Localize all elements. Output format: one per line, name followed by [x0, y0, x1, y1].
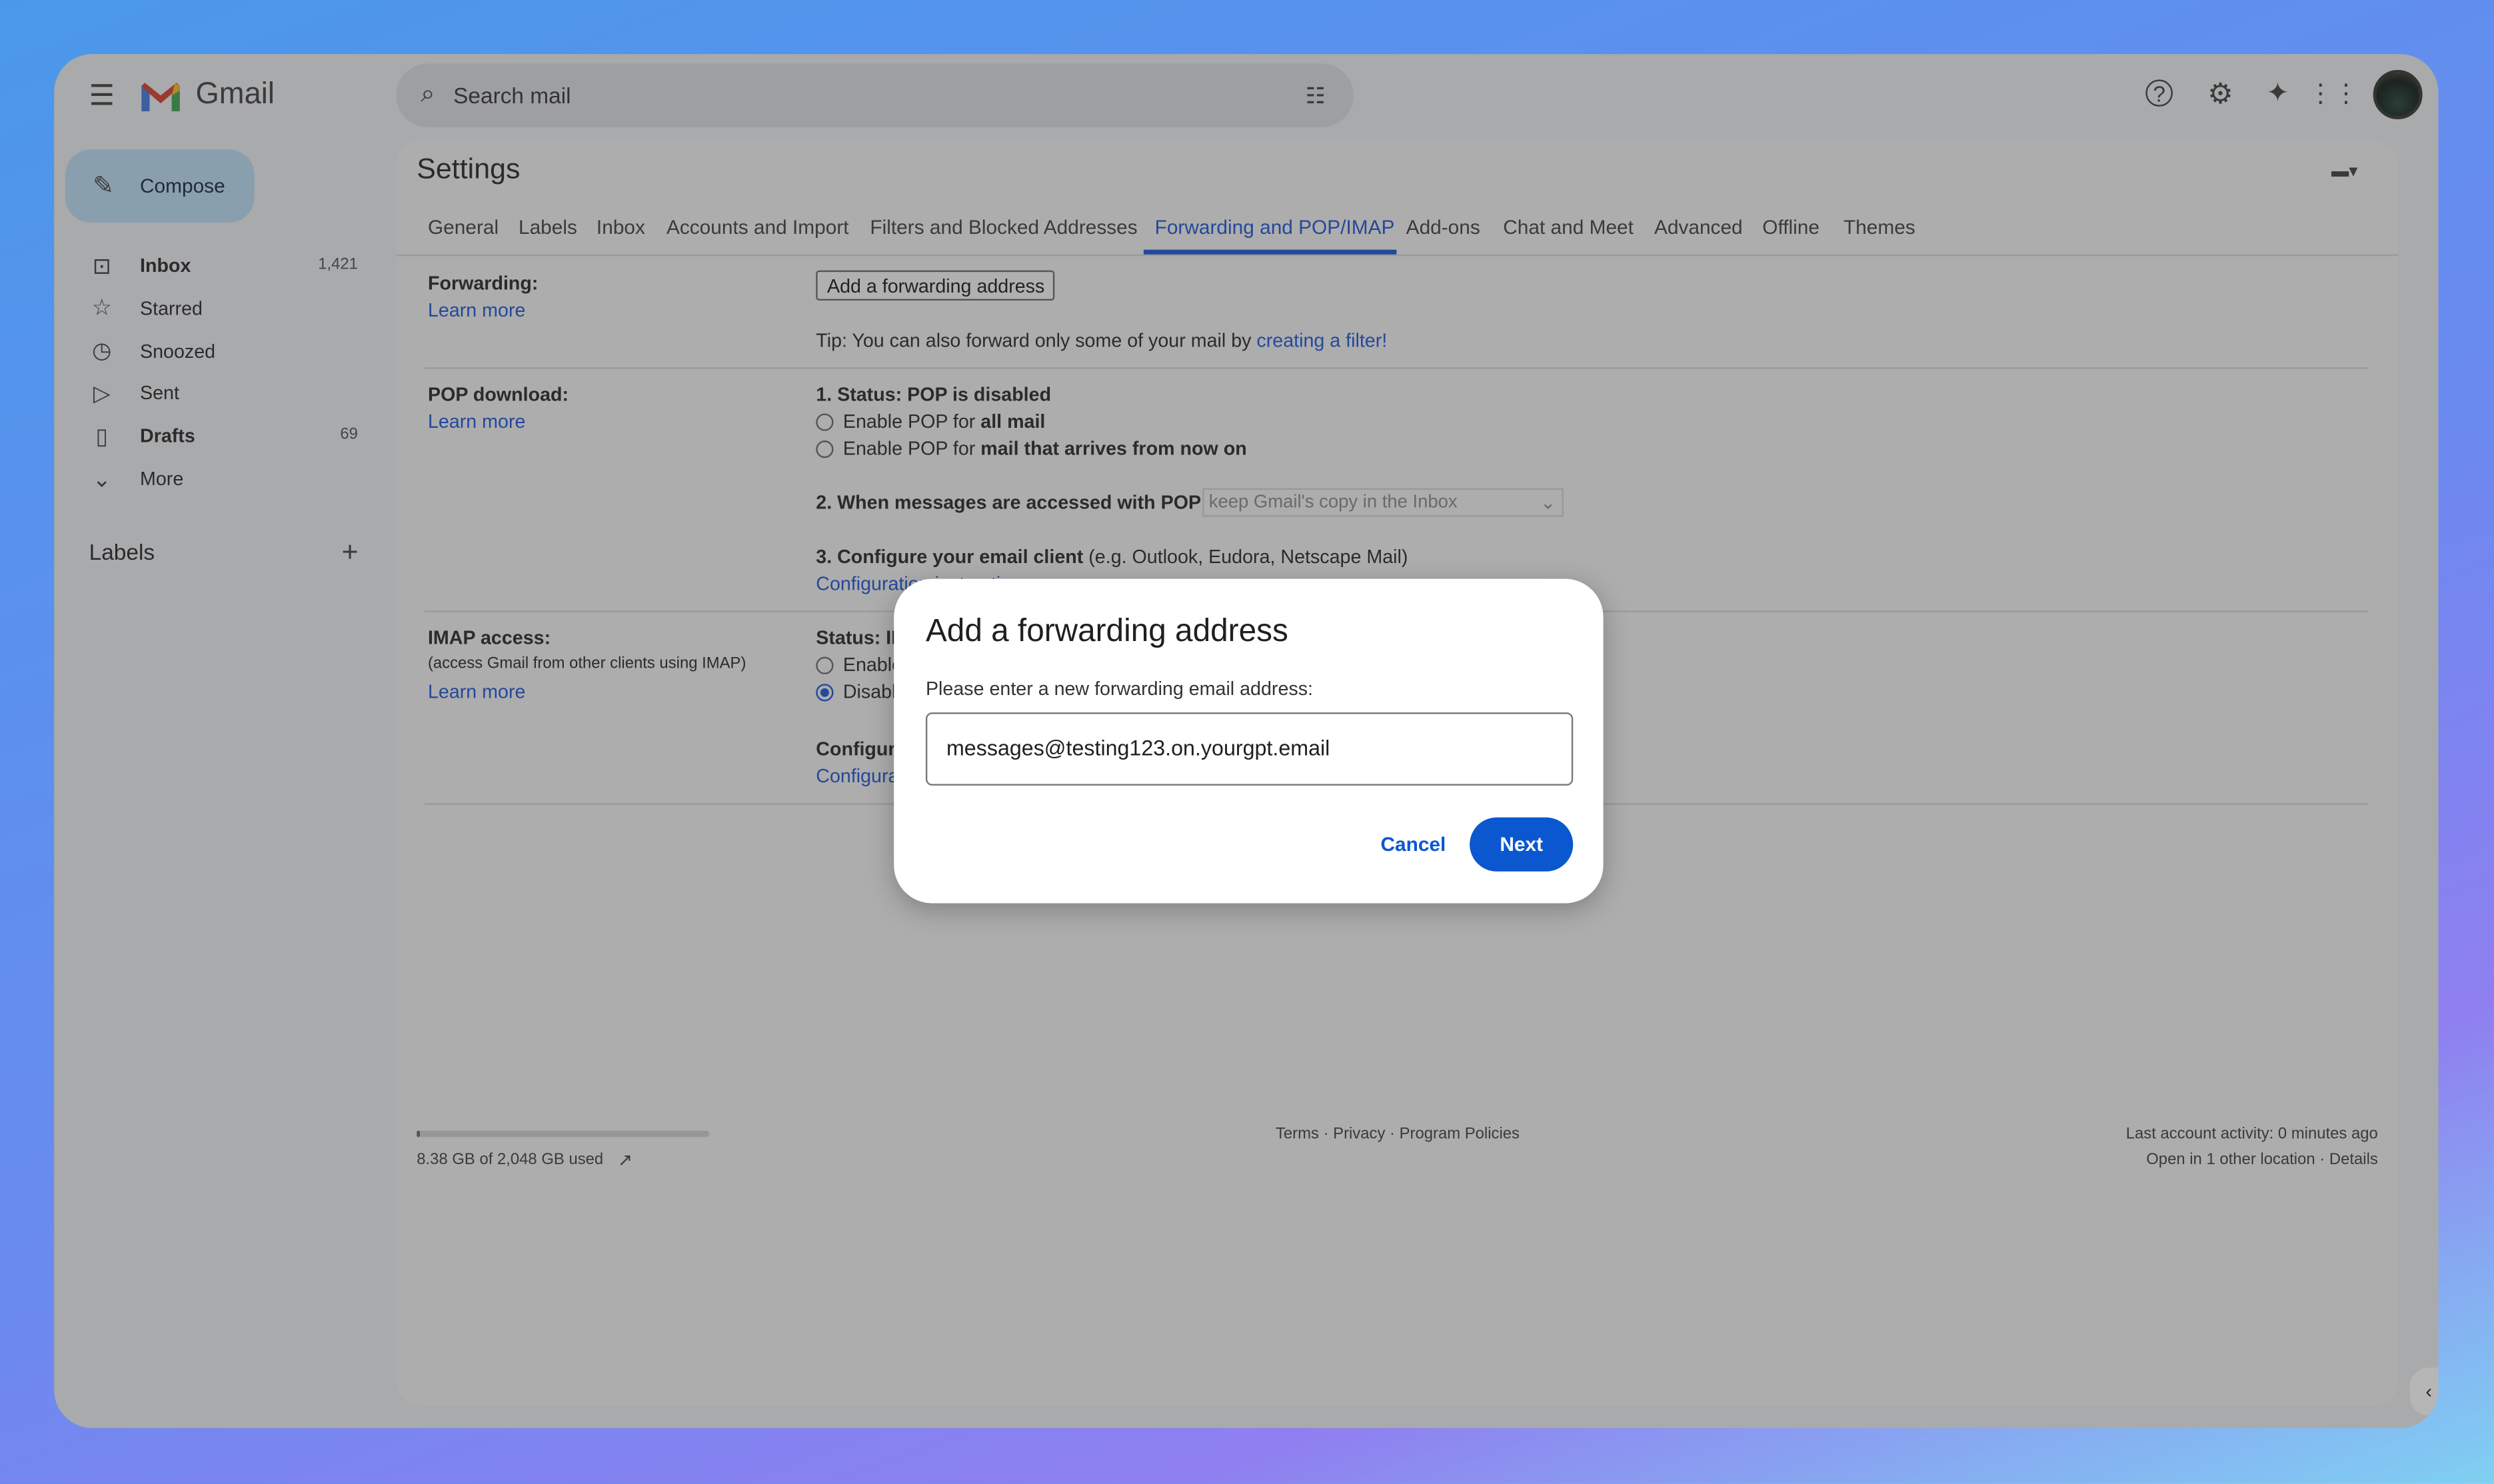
add-forwarding-address-button[interactable]: Add a forwarding address — [816, 270, 1055, 301]
tabs-divider — [396, 254, 2399, 257]
sidebar-item-count: 1,421 — [318, 256, 358, 274]
storage-text: 8.38 GB of 2,048 GB used — [417, 1151, 604, 1169]
imap-learn-more-link[interactable]: Learn more — [428, 680, 525, 702]
dialog-prompt: Please enter a new forwarding email addr… — [925, 677, 1313, 700]
tab-inbox[interactable]: Inbox — [597, 217, 645, 239]
sidebar-item-label: Sent — [140, 382, 179, 405]
option-bold: mail that arrives from now on — [980, 437, 1247, 460]
sidebar-item-more[interactable]: ⌄ More — [77, 462, 369, 494]
pop-status: 1. Status: POP is disabled — [816, 383, 1052, 406]
chevron-down-icon: ⌄ — [92, 465, 111, 491]
compose-label: Compose — [140, 175, 225, 197]
storage-bar — [417, 1130, 710, 1137]
page-title: Settings — [417, 153, 521, 185]
cancel-button[interactable]: Cancel — [1380, 834, 1446, 856]
option-text: Enable POP for — [842, 437, 981, 460]
sidebar-item-label: Starred — [140, 297, 203, 320]
configure-examples: (e.g. Outlook, Eudora, Netscape Mail) — [1083, 545, 1408, 568]
pop-all-mail-radio[interactable] — [816, 413, 834, 431]
tab-accounts-and-import[interactable]: Accounts and Import — [666, 217, 849, 239]
pop-learn-more-link[interactable]: Learn more — [428, 410, 525, 432]
option-bold: all mail — [980, 410, 1046, 433]
sidebar-item-label: Snoozed — [140, 339, 216, 363]
pop-access-label: 2. When messages are accessed with POP — [816, 491, 1202, 514]
filter-options-icon[interactable]: ☷ — [1300, 79, 1332, 111]
pop-label: POP download: — [427, 383, 569, 406]
dialog-title: Add a forwarding address — [925, 614, 1288, 649]
search-icon[interactable]: ⌕ — [412, 79, 444, 111]
pop-from-now-radio[interactable] — [816, 440, 834, 458]
sidebar-item-starred[interactable]: ☆ Starred — [77, 293, 369, 325]
imap-enable-radio[interactable] — [816, 656, 834, 674]
last-activity: Last account activity: 0 minutes ago — [2125, 1125, 2378, 1143]
tab-forwarding-and-pop-imap[interactable]: Forwarding and POP/IMAP — [1155, 217, 1395, 239]
select-value: keep Gmail's copy in the Inbox — [1208, 492, 1458, 512]
create-filter-link[interactable]: creating a filter! — [1256, 329, 1387, 351]
forwarding-tip: Tip: You can also forward only some of y… — [816, 329, 1257, 352]
imap-disable-radio[interactable] — [816, 684, 834, 702]
inbox-icon: ⊡ — [92, 252, 111, 278]
tab-filters-and-blocked-addresses[interactable]: Filters and Blocked Addresses — [870, 217, 1137, 239]
sidebar-item-inbox[interactable]: ⊡ Inbox 1,421 — [77, 250, 369, 282]
send-icon: ▷ — [93, 380, 111, 406]
sidebar-item-count: 69 — [340, 426, 358, 444]
sidebar-item-label: Inbox — [140, 254, 191, 277]
next-button[interactable]: Next — [1470, 817, 1574, 872]
collapse-panel-button[interactable]: ‹ — [2409, 1367, 2439, 1415]
file-icon: ▯ — [95, 422, 108, 448]
storage-bar-fill — [417, 1130, 420, 1137]
add-label-icon[interactable]: + — [334, 535, 366, 568]
tab-labels[interactable]: Labels — [519, 217, 577, 239]
help-icon[interactable]: ? — [2145, 79, 2173, 107]
avatar[interactable] — [2373, 70, 2423, 119]
search-bar[interactable]: ⌕ Search mail ☷ — [396, 63, 1354, 127]
forwarding-email-input[interactable]: messages@testing123.on.yourgpt.email — [925, 712, 1574, 786]
sidebar-item-sent[interactable]: ▷ Sent — [77, 378, 369, 410]
keyboard-icon[interactable]: ▬▾ — [2322, 156, 2367, 185]
pencil-icon: ✎ — [93, 173, 115, 201]
apps-icon[interactable]: ⋮⋮ — [2308, 78, 2359, 110]
star-icon: ☆ — [91, 295, 112, 321]
forwarding-label: Forwarding: — [427, 272, 539, 295]
divider — [425, 367, 2369, 369]
tab-themes[interactable]: Themes — [1844, 217, 1915, 239]
imap-label: IMAP access: — [427, 626, 551, 649]
other-location-details[interactable]: Open in 1 other location · Details — [2146, 1151, 2378, 1169]
imap-sublabel: (access Gmail from other clients using I… — [427, 655, 746, 673]
footer-links[interactable]: Terms · Privacy · Program Policies — [1276, 1126, 1520, 1143]
search-input[interactable]: Search mail — [453, 83, 571, 108]
tab-offline[interactable]: Offline — [1762, 217, 1820, 239]
tab-advanced[interactable]: Advanced — [1654, 217, 1743, 239]
compose-button[interactable]: ✎ Compose — [65, 149, 255, 223]
active-tab-indicator — [1143, 249, 1397, 255]
tab-general[interactable]: General — [428, 217, 499, 239]
sparkle-icon[interactable]: ✦ — [2262, 78, 2294, 110]
forwarding-learn-more-link[interactable]: Learn more — [428, 299, 525, 321]
chevron-left-icon: ‹ — [2425, 1380, 2432, 1403]
option-text: Enable POP for — [842, 410, 981, 433]
pop-access-select[interactable]: keep Gmail's copy in the Inbox ⌄ — [1202, 488, 1564, 517]
external-link-icon[interactable]: ↗ — [614, 1148, 636, 1170]
sidebar-item-label: More — [140, 467, 184, 490]
clock-icon: ◷ — [92, 337, 112, 363]
sidebar-item-label: Drafts — [140, 424, 195, 448]
configure-heading: 3. Configure your email client — [816, 545, 1084, 568]
menu-icon[interactable]: ☰ — [86, 79, 118, 111]
chevron-down-icon: ⌄ — [1540, 494, 1556, 514]
add-forwarding-dialog: Add a forwarding address Please enter a … — [894, 578, 1604, 904]
sidebar-item-drafts[interactable]: ▯ Drafts 69 — [77, 420, 369, 452]
sidebar-item-snoozed[interactable]: ◷ Snoozed — [77, 335, 369, 367]
app-name: Gmail — [195, 77, 275, 112]
tab-chat-and-meet[interactable]: Chat and Meet — [1503, 217, 1634, 239]
gmail-logo — [141, 83, 180, 112]
labels-heading: Labels — [89, 539, 155, 565]
tab-add-ons[interactable]: Add-ons — [1406, 217, 1480, 239]
gear-icon[interactable]: ⚙ — [2205, 77, 2237, 110]
